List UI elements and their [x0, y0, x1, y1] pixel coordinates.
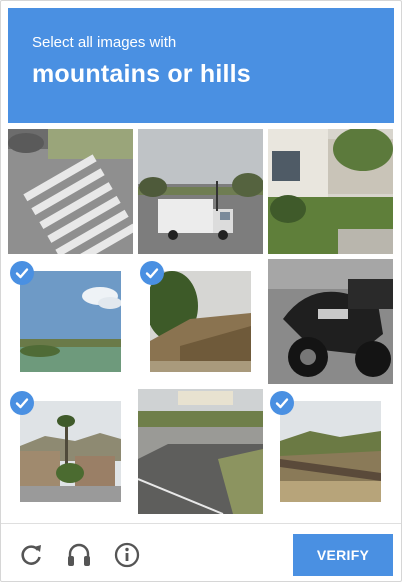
- instruction-text: Select all images with: [32, 34, 177, 51]
- tile-house-lawn[interactable]: [268, 129, 393, 254]
- tile-tree-hillside[interactable]: [138, 259, 263, 384]
- info-icon[interactable]: [113, 541, 141, 569]
- lake-sky-image: [20, 271, 121, 372]
- tile-truck-intersection[interactable]: [138, 129, 263, 254]
- hill-fence-image: [280, 401, 381, 502]
- tile-crosswalk[interactable]: [8, 129, 133, 254]
- tile-lake-sky[interactable]: [8, 259, 133, 384]
- captcha-frame: Select all images with mountains or hill…: [0, 0, 402, 582]
- tile-road-intersection[interactable]: [138, 389, 263, 514]
- challenge-header: Select all images with mountains or hill…: [8, 8, 394, 123]
- selected-check-icon: [10, 391, 34, 415]
- selected-check-icon: [270, 391, 294, 415]
- crosswalk-image: [8, 129, 133, 254]
- palm-town-hills-image: [20, 401, 121, 502]
- tile-motorcycle[interactable]: [268, 259, 393, 384]
- tile-hill-fence[interactable]: [268, 389, 393, 514]
- image-grid: [8, 129, 394, 515]
- tree-hillside-image: [150, 271, 251, 372]
- audio-icon[interactable]: [65, 541, 93, 569]
- tile-palm-town-hills[interactable]: [8, 389, 133, 514]
- motorcycle-image: [268, 259, 393, 384]
- captcha-footer: VERIFY: [1, 524, 401, 581]
- reload-icon[interactable]: [17, 541, 45, 569]
- road-intersection-image: [138, 389, 263, 514]
- selected-check-icon: [140, 261, 164, 285]
- target-object: mountains or hills: [32, 60, 251, 88]
- selected-check-icon: [10, 261, 34, 285]
- verify-button[interactable]: VERIFY: [293, 534, 393, 576]
- truck-image: [138, 129, 263, 254]
- house-lawn-image: [268, 129, 393, 254]
